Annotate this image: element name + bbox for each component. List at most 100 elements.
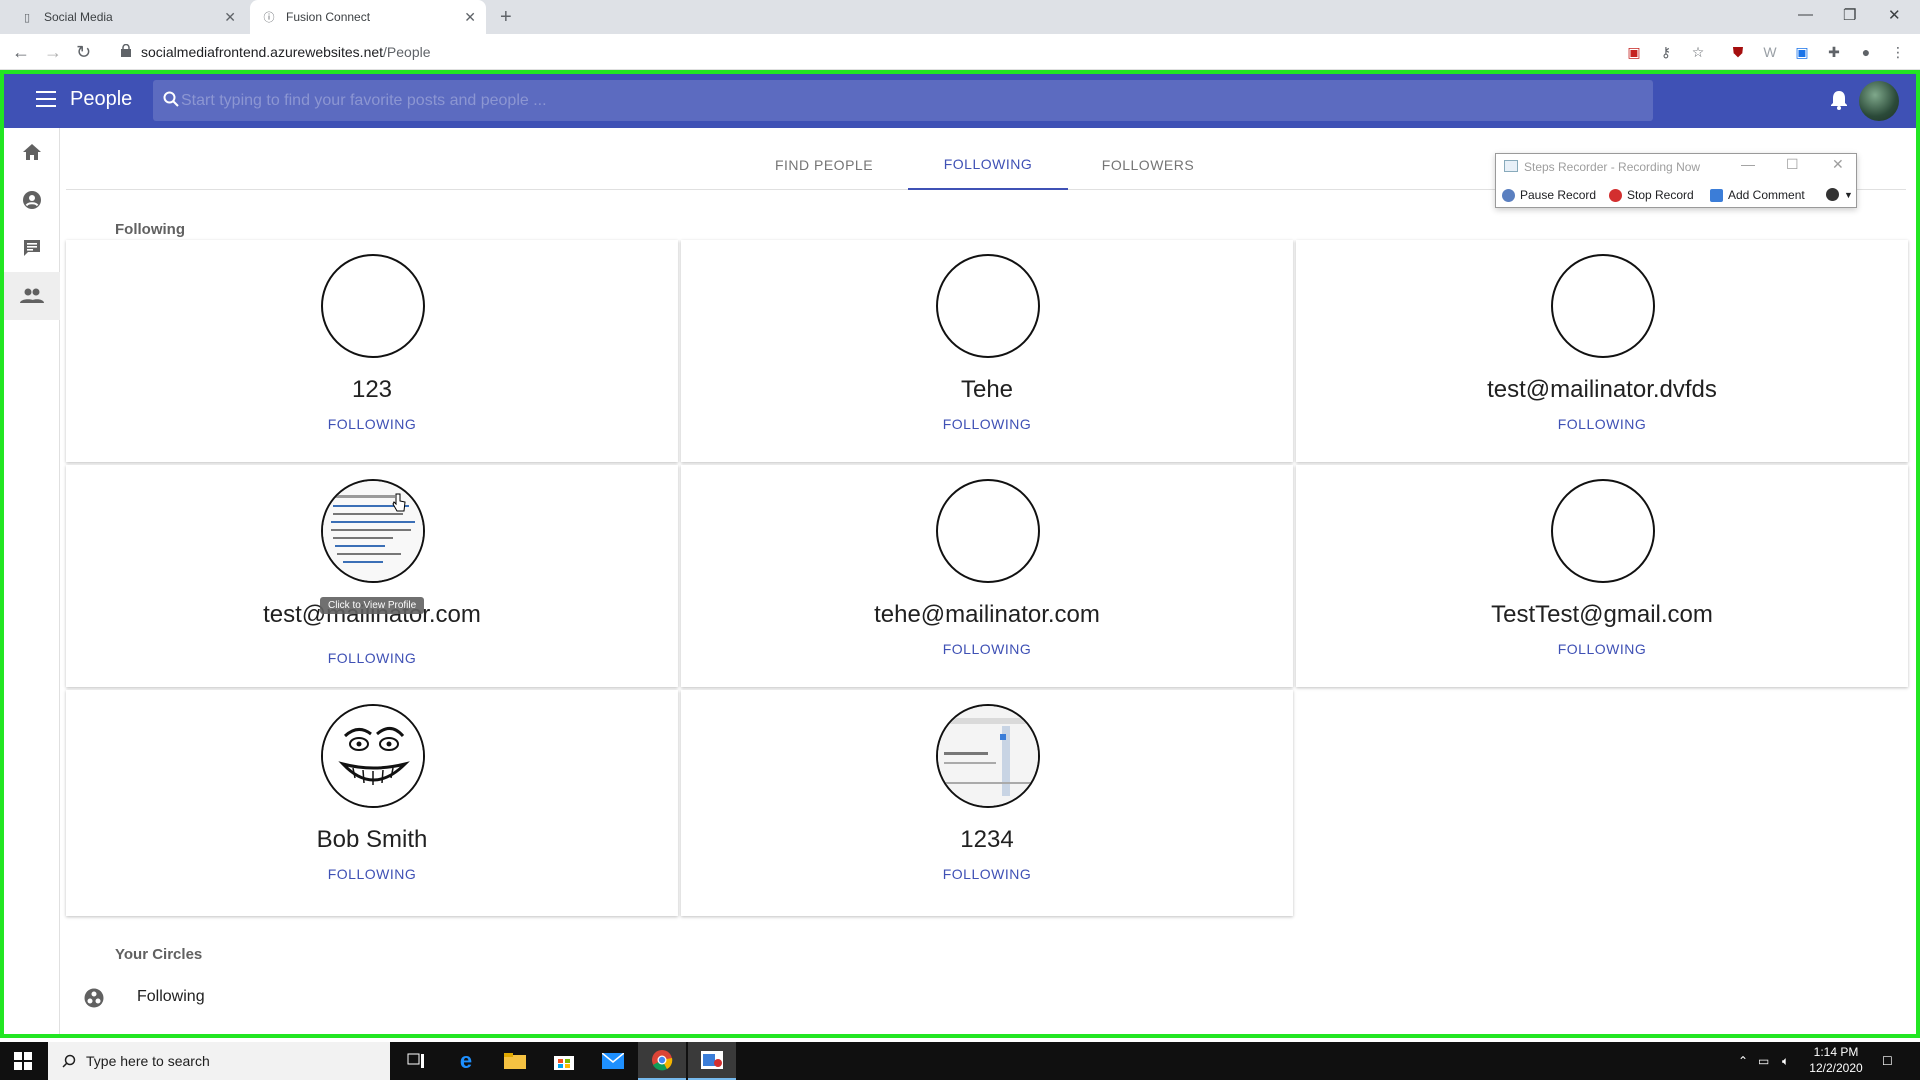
windows-start-icon[interactable] [14,1052,32,1070]
comment-icon [1710,188,1723,202]
steps-recorder-title: Steps Recorder - Recording Now [1524,160,1701,174]
taskbar-search-placeholder: Type here to search [86,1053,210,1069]
profile-icon[interactable]: ● [1856,42,1876,62]
back-icon[interactable]: ← [12,42,30,63]
address-bar: ← → ↻ socialmediafrontend.azurewebsites.… [0,34,1920,70]
close-icon[interactable]: ✕ [224,9,236,26]
volume-icon[interactable]: 🔈︎ [1782,1054,1789,1069]
browser-tab-title: Fusion Connect [286,10,371,24]
menu-icon[interactable] [36,91,56,112]
steps-recorder-taskbar-icon[interactable] [688,1042,736,1080]
avatar[interactable] [936,479,1040,583]
tab-followers[interactable]: FOLLOWERS [1068,140,1228,190]
person-name: TestTest@gmail.com [1491,601,1713,628]
pause-icon [1502,188,1515,202]
tab-following[interactable]: FOLLOWING [908,140,1068,190]
following-button[interactable]: FOLLOWING [1552,416,1652,438]
star-icon[interactable]: ☆ [1688,42,1708,62]
steps-recorder-icon [1504,160,1518,172]
avatar[interactable] [936,704,1040,808]
avatar[interactable] [936,254,1040,358]
avatar[interactable] [321,704,425,808]
reload-icon[interactable]: ↻ [76,42,91,63]
taskbar-search[interactable]: Type here to search [48,1042,390,1080]
help-icon [1826,188,1839,201]
browser-tabstrip: ▯ Social Media ✕ ⓘ Fusion Connect ✕ + — … [0,0,1920,34]
restore-icon[interactable]: ❐ [1843,6,1856,24]
lock-icon [121,44,131,57]
task-view-icon[interactable] [392,1042,440,1080]
search-bar [153,80,1653,121]
following-button[interactable]: FOLLOWING [937,866,1037,888]
following-button[interactable]: FOLLOWING [322,416,422,438]
pause-record-button[interactable]: Pause Record [1502,188,1596,202]
clock[interactable]: 1:14 PM 12/2/2020 [1806,1044,1866,1076]
add-comment-button[interactable]: Add Comment [1710,188,1805,202]
minimize-icon[interactable]: — [1741,156,1755,172]
windows-taskbar: Type here to search e ⌃ ▭ 🔈︎ 1:14 PM 12/… [0,1042,1920,1080]
url-field[interactable]: socialmediafrontend.azurewebsites.net/Pe… [141,44,431,60]
close-icon[interactable]: ✕ [1832,156,1844,173]
tray-overflow-icon[interactable]: ⌃ [1738,1054,1748,1068]
maximize-icon[interactable]: ☐ [1786,156,1799,173]
following-button[interactable]: FOLLOWING [322,866,422,888]
puzzle-icon[interactable]: ✚ [1824,42,1844,62]
browser-tab-fusion-connect[interactable]: ⓘ Fusion Connect ✕ [250,0,486,34]
key-icon[interactable]: ⚷ [1656,42,1676,62]
extension-s-icon[interactable]: ▣ [1792,42,1812,62]
tab-find-people[interactable]: FIND PEOPLE [744,140,904,190]
following-button[interactable]: FOLLOWING [1552,641,1652,663]
person-name: Bob Smith [316,826,428,853]
steps-recorder-window: Steps Recorder - Recording Now — ☐ ✕ Pau… [1495,153,1857,208]
search-input[interactable] [181,80,1641,121]
person-card: 123 FOLLOWING [66,240,678,462]
menu-dots-icon[interactable]: ⋮ [1888,42,1908,62]
translate-icon[interactable]: ▣ [1624,42,1644,62]
person-card: test@mailinator.dvfds FOLLOWING [1296,240,1908,462]
page-title: People [70,88,133,110]
avatar[interactable] [321,479,425,583]
close-icon[interactable]: ✕ [464,9,476,26]
forward-icon[interactable]: → [44,42,62,63]
nav-home[interactable] [4,128,60,176]
new-tab-icon[interactable]: + [500,6,512,29]
stop-record-button[interactable]: Stop Record [1609,188,1694,202]
chat-icon [24,240,40,256]
avatar[interactable] [321,254,425,358]
window-close-icon[interactable]: ✕ [1888,6,1901,24]
browser-tab-social-media[interactable]: ▯ Social Media ✕ [0,0,246,34]
edge-icon[interactable]: e [442,1042,490,1080]
nav-messages[interactable] [4,224,60,272]
following-button[interactable]: FOLLOWING [937,416,1037,438]
person-name: 1234 [960,826,1014,853]
network-icon[interactable]: ▭ [1758,1054,1769,1068]
following-button[interactable]: FOLLOWING [322,650,422,672]
circles-panel: Following [66,966,1906,1036]
avatar[interactable] [1551,479,1655,583]
mail-icon[interactable] [589,1042,637,1080]
stop-icon [1609,188,1622,202]
home-icon [23,144,41,160]
store-icon[interactable] [540,1042,588,1080]
notifications-icon[interactable]: ☐ [1882,1054,1893,1068]
nav-profile[interactable] [4,176,60,224]
person-card: TestTest@gmail.com FOLLOWING [1296,465,1908,687]
search-icon [163,91,179,107]
circle-item-label: Following [137,988,205,1005]
person-name: tehe@mailinator.com [874,601,1100,628]
user-avatar[interactable] [1859,81,1899,121]
extension-w-icon[interactable]: W [1760,42,1780,62]
url-host: socialmediafrontend.azurewebsites.net [141,44,384,60]
person-card: 1234 FOLLOWING [681,690,1293,916]
chrome-icon[interactable] [638,1042,686,1080]
following-button[interactable]: FOLLOWING [937,641,1037,663]
avatar[interactable] [1551,254,1655,358]
file-explorer-icon[interactable] [491,1042,539,1080]
ublock-icon[interactable]: ⛊ [1728,42,1748,62]
clock-time: 1:14 PM [1813,1045,1859,1059]
info-icon: ⓘ [263,12,275,24]
notification-bell-icon[interactable] [1830,90,1848,110]
nav-people[interactable] [4,272,60,320]
minimize-icon[interactable]: — [1798,6,1813,23]
help-button[interactable]: ▼ [1826,188,1853,201]
